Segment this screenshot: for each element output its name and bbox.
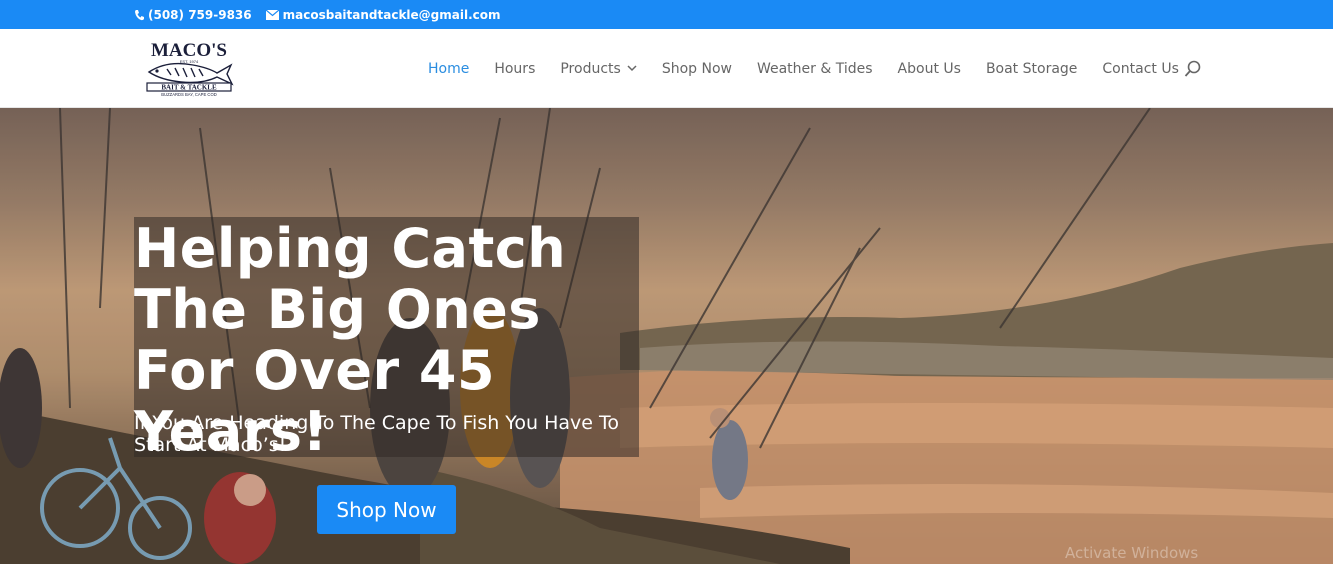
nav-item-boat-storage[interactable]: Boat Storage (986, 61, 1077, 77)
hero-banner: Helping Catch The Big Ones For Over 45 Y… (0, 108, 1333, 564)
nav-item-weather-tides[interactable]: Weather & Tides (757, 61, 873, 77)
main-nav: Home Hours Products Shop Now Weather & T… (428, 29, 1204, 108)
nav-label-hours[interactable]: Hours (494, 61, 535, 77)
nav-item-hours[interactable]: Hours (494, 61, 535, 77)
nav-label-weather-tides[interactable]: Weather & Tides (757, 61, 873, 77)
shop-now-button[interactable]: Shop Now (317, 485, 456, 534)
nav-label-home[interactable]: Home (428, 61, 469, 77)
phone-icon (135, 9, 144, 20)
email-address[interactable]: macosbaitandtackle@gmail.com (283, 8, 501, 22)
top-contact-bar: (508) 759-9836 macosbaitandtackle@gmail.… (0, 0, 1333, 29)
nav-item-shop-now[interactable]: Shop Now (662, 61, 732, 77)
nav-item-home[interactable]: Home (428, 61, 469, 77)
chevron-down-icon[interactable] (627, 65, 637, 72)
nav-label-contact-us[interactable]: Contact Us (1102, 61, 1178, 77)
nav-item-products[interactable]: Products (560, 61, 637, 77)
phone-contact[interactable]: (508) 759-9836 (134, 8, 252, 22)
nav-item-about-us[interactable]: About Us (898, 61, 961, 77)
search-icon[interactable] (1184, 60, 1201, 78)
nav-label-boat-storage[interactable]: Boat Storage (986, 61, 1077, 77)
logo-location: BUZZARDS BAY, CAPE COD (161, 92, 216, 97)
activate-windows-watermark: Activate Windows (1065, 544, 1199, 562)
phone-number[interactable]: (508) 759-9836 (148, 8, 252, 22)
site-header: MACO'S EST. 1974 BAIT & TACKLE BUZZARDS … (0, 29, 1333, 108)
nav-item-contact-us[interactable]: Contact Us (1102, 61, 1178, 77)
logo-tagline: BAIT & TACKLE (161, 84, 217, 92)
email-contact[interactable]: macosbaitandtackle@gmail.com (265, 8, 501, 22)
hero-subheadline: If You Are Heading To The Cape To Fish Y… (134, 412, 620, 456)
nav-label-products[interactable]: Products (560, 61, 620, 77)
nav-label-about-us[interactable]: About Us (898, 61, 961, 77)
logo-name: MACO'S (151, 40, 227, 61)
site-logo[interactable]: MACO'S EST. 1974 BAIT & TACKLE BUZZARDS … (137, 38, 241, 100)
envelope-icon (265, 9, 279, 20)
nav-label-shop-now[interactable]: Shop Now (662, 61, 732, 77)
